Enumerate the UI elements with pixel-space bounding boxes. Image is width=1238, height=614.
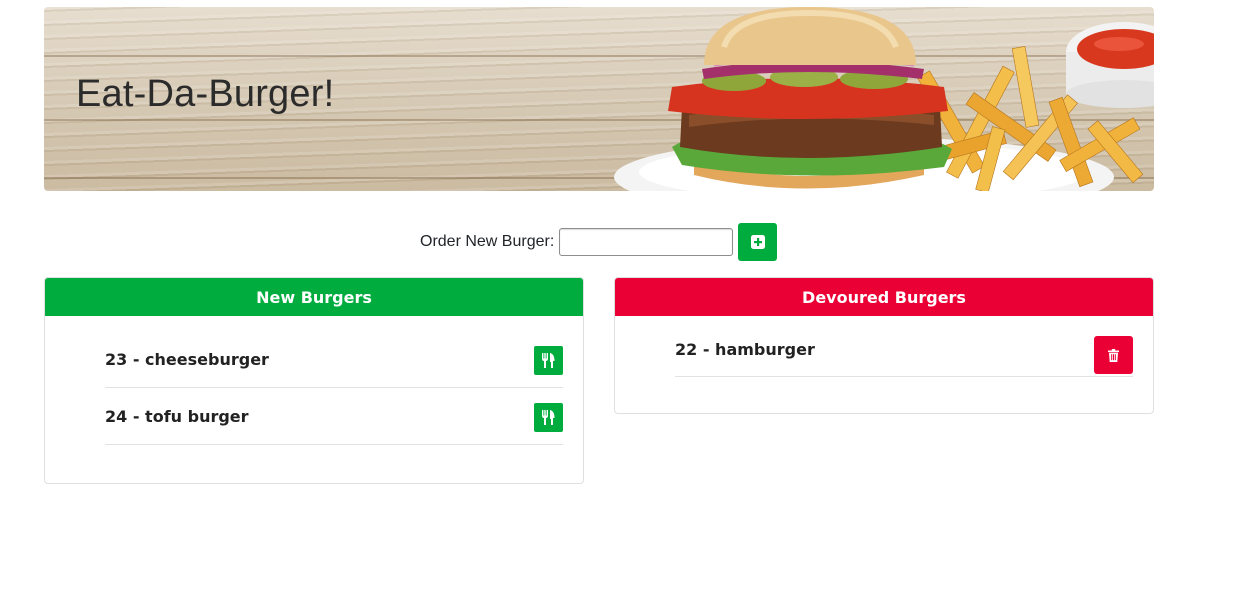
list-item: 22 - hamburger	[675, 336, 1133, 377]
add-burger-button[interactable]	[738, 223, 778, 261]
devoured-burgers-heading: Devoured Burgers	[615, 278, 1153, 316]
order-form: Order New Burger:	[420, 223, 778, 261]
utensils-icon	[542, 410, 555, 425]
trash-icon	[1108, 348, 1119, 362]
list-item: 24 - tofu burger	[105, 389, 563, 445]
burger-label: 23 - cheeseburger	[105, 350, 269, 369]
delete-button[interactable]	[1094, 336, 1133, 374]
utensils-icon	[542, 353, 555, 368]
new-burgers-heading: New Burgers	[45, 278, 583, 316]
burger-label: 24 - tofu burger	[105, 407, 249, 426]
plus-square-icon	[750, 235, 765, 249]
page-title: Eat-Da-Burger!	[76, 73, 335, 115]
hero-banner: Eat-Da-Burger!	[44, 7, 1154, 191]
list-item: 23 - cheeseburger	[105, 332, 563, 388]
new-burgers-card: New Burgers 23 - cheeseburger 24 - tofu …	[44, 277, 584, 484]
devour-button[interactable]	[534, 403, 563, 432]
burger-name-input[interactable]	[559, 228, 734, 256]
burger-label: 22 - hamburger	[675, 340, 815, 359]
burger-and-fries-image	[614, 7, 1154, 191]
devoured-burgers-card: Devoured Burgers 22 - hamburger	[614, 277, 1154, 414]
page: Eat-Da-Burger! Order New Burger: New Bur…	[0, 0, 1238, 614]
devour-button[interactable]	[534, 346, 563, 375]
order-label: Order New Burger:	[420, 233, 555, 250]
